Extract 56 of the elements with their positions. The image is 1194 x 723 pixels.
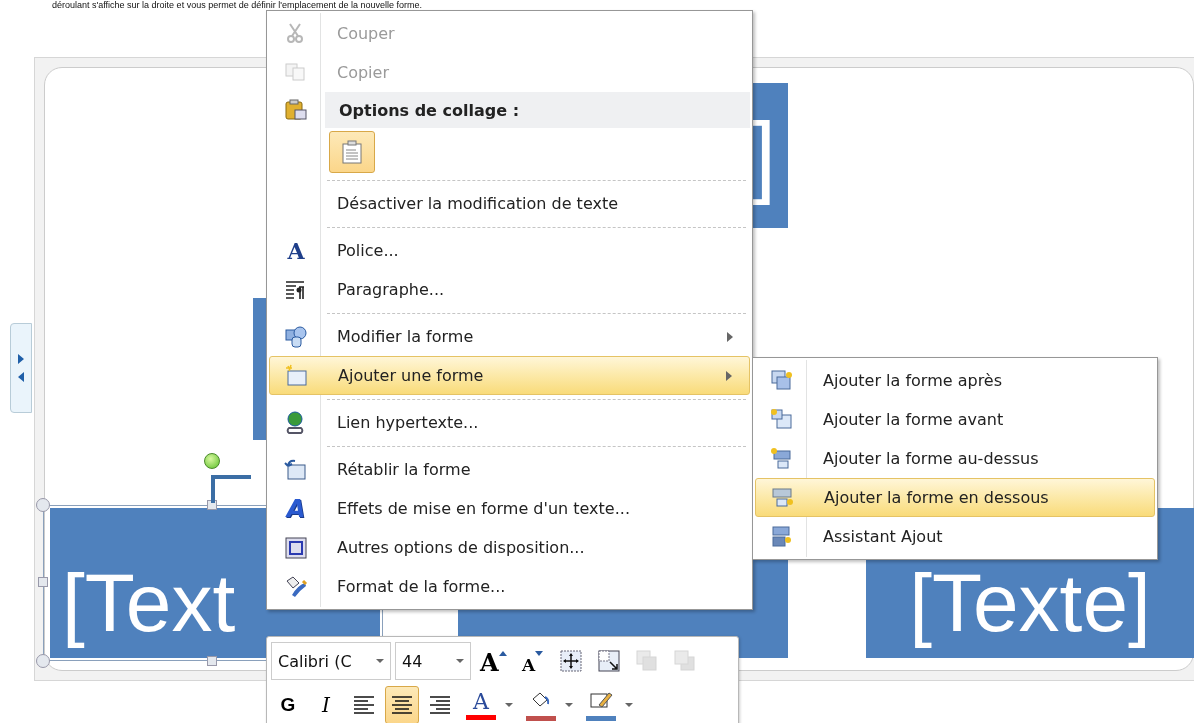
caret-icon[interactable] — [625, 703, 633, 707]
up-caret-icon — [498, 651, 507, 656]
paint-bucket-icon — [284, 574, 308, 599]
bold-button[interactable]: G — [271, 686, 305, 723]
grow-font-button[interactable]: A — [475, 642, 512, 680]
resize-handle[interactable] — [207, 656, 217, 666]
caret-icon[interactable] — [565, 703, 573, 707]
layers-icon — [634, 649, 659, 673]
text-pane-tab[interactable] — [10, 323, 32, 413]
menu-item[interactable]: Lien hypertexte... — [269, 403, 750, 442]
resize-handle[interactable] — [207, 500, 217, 510]
menu-item[interactable]: Ajouter la forme avant — [755, 400, 1155, 439]
add-before-icon — [770, 407, 794, 432]
down-caret-icon — [535, 651, 544, 656]
caret-icon — [376, 659, 384, 663]
menu-item[interactable]: A Police... — [269, 231, 750, 270]
add-shape-icon — [285, 363, 309, 388]
menu-item[interactable]: Ajouter la forme au-dessus — [755, 439, 1155, 478]
menu-item[interactable]: Modifier la forme — [269, 317, 750, 356]
caret-icon[interactable] — [505, 703, 513, 707]
reset-shape-icon — [284, 457, 308, 482]
shape-text: [Text — [62, 555, 236, 650]
menu-item[interactable]: Rétablir la forme — [269, 450, 750, 489]
font-color-button[interactable]: A — [461, 686, 501, 723]
select-icon — [558, 649, 583, 673]
shrink-font-button[interactable]: A — [515, 642, 550, 680]
add-above-icon — [770, 446, 794, 471]
layers-icon — [672, 649, 697, 673]
align-center-icon — [390, 693, 414, 717]
assistant-icon — [770, 524, 794, 549]
shape-text: [Texte] — [909, 555, 1151, 650]
add-below-icon — [771, 485, 795, 510]
resize-handle[interactable] — [38, 577, 48, 587]
shapes-icon — [284, 324, 308, 349]
shape-text: ] — [751, 104, 776, 207]
clipboard-icon — [284, 98, 308, 122]
section-header: Options de collage : — [325, 92, 750, 128]
paste-option-button[interactable] — [329, 131, 375, 173]
align-left-icon — [352, 693, 376, 717]
caret-icon — [456, 659, 464, 663]
font-combo[interactable]: Calibri (C — [271, 642, 391, 680]
menu-item[interactable]: Ajouter la forme après — [755, 361, 1155, 400]
menu-item[interactable]: Ajouter la forme en dessous — [755, 478, 1155, 517]
font-icon: A — [287, 239, 305, 262]
align-center-button[interactable] — [385, 686, 419, 723]
menu-item[interactable]: Ajouter une forme — [269, 356, 750, 395]
arrows-icon — [15, 352, 27, 384]
layout-icon — [284, 535, 308, 560]
caption-text: déroulant s'affiche sur la droite et vous permet de définir l'emplacement de la nouvelle forme. — [52, 0, 422, 10]
resize-icon — [596, 649, 621, 673]
italic-button[interactable]: I — [309, 686, 343, 723]
menu-item[interactable]: Paragraphe... — [269, 270, 750, 309]
align-right-icon — [428, 693, 452, 717]
size-combo[interactable]: 44 — [395, 642, 471, 680]
clipboard-icon — [340, 140, 364, 164]
add-after-icon — [770, 368, 794, 393]
